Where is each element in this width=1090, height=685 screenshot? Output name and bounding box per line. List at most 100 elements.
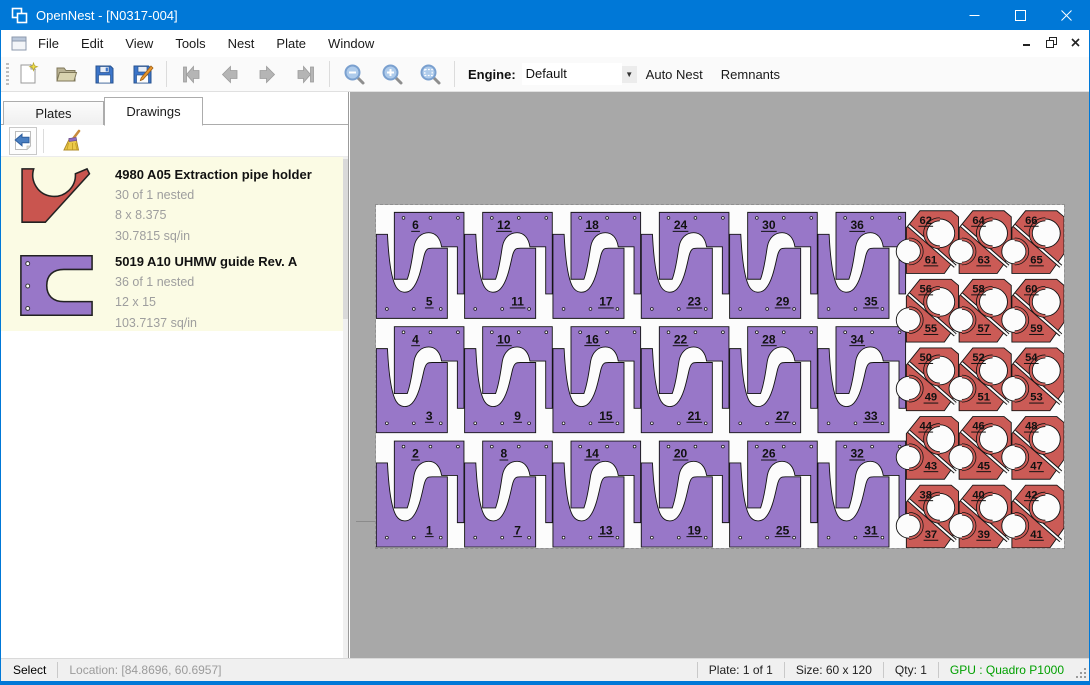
nest-canvas[interactable]: 6512111817242330293635431091615222128273…: [350, 92, 1089, 658]
previous-arrow-icon: [217, 62, 242, 87]
svg-text:19: 19: [688, 523, 702, 537]
svg-text:41: 41: [1030, 529, 1042, 541]
nested-parts[interactable]: 6512111817242330293635431091615222128273…: [376, 205, 1064, 548]
close-button[interactable]: [1043, 0, 1089, 30]
tab-plates[interactable]: Plates: [3, 101, 104, 125]
menu-window[interactable]: Window: [317, 32, 385, 55]
svg-text:40: 40: [972, 490, 984, 502]
menu-nest[interactable]: Nest: [217, 32, 266, 55]
svg-text:6: 6: [412, 218, 419, 232]
drawing-size: 8 x 8.375: [115, 207, 312, 223]
last-plate-button[interactable]: [290, 60, 320, 88]
svg-text:58: 58: [972, 284, 984, 296]
plate-size: Size: 60 x 120: [785, 663, 883, 677]
svg-text:50: 50: [920, 352, 932, 364]
zoom-out-button[interactable]: [339, 60, 369, 88]
list-scrollbar[interactable]: [343, 157, 348, 658]
svg-text:13: 13: [599, 523, 613, 537]
menu-edit[interactable]: Edit: [70, 32, 114, 55]
svg-text:61: 61: [925, 255, 937, 267]
svg-text:27: 27: [776, 409, 790, 423]
tab-drawings[interactable]: Drawings: [104, 97, 203, 126]
menu-tools[interactable]: Tools: [164, 32, 216, 55]
plate[interactable]: 6512111817242330293635431091615222128273…: [376, 205, 1064, 548]
window-title: OpenNest - [N0317-004]: [36, 8, 178, 23]
svg-text:2: 2: [412, 447, 419, 461]
drawing-area: 30.7815 sq/in: [115, 228, 312, 244]
last-arrow-icon: [293, 62, 318, 87]
clear-button[interactable]: [58, 127, 86, 155]
svg-text:51: 51: [977, 392, 989, 404]
toolbar-separator: [329, 61, 330, 87]
previous-plate-button[interactable]: [214, 60, 244, 88]
list-item[interactable]: 4980 A05 Extraction pipe holder 30 of 1 …: [1, 157, 344, 244]
next-plate-button[interactable]: [252, 60, 282, 88]
svg-text:37: 37: [925, 529, 937, 541]
svg-text:17: 17: [599, 295, 613, 309]
part-thumbnail: [17, 165, 99, 238]
drawing-title: 5019 A10 UHMW guide Rev. A: [115, 254, 297, 269]
svg-text:38: 38: [920, 490, 932, 502]
svg-text:62: 62: [920, 215, 932, 227]
mdi-close-button[interactable]: [1067, 34, 1083, 50]
remnants-button[interactable]: Remnants: [712, 62, 789, 87]
mdi-window-controls: [1019, 34, 1083, 50]
list-item[interactable]: 5019 A10 UHMW guide Rev. A 36 of 1 neste…: [1, 244, 344, 331]
window-border: [1, 681, 1089, 685]
drawing-title: 4980 A05 Extraction pipe holder: [115, 167, 312, 182]
menu-file[interactable]: File: [27, 32, 70, 55]
maximize-button[interactable]: [997, 0, 1043, 30]
close-icon: [1061, 10, 1072, 21]
engine-label: Engine:: [468, 67, 516, 82]
auto-nest-button[interactable]: Auto Nest: [637, 62, 712, 87]
zoom-fit-button[interactable]: [415, 60, 445, 88]
broom-icon: [60, 129, 84, 153]
svg-text:59: 59: [1030, 323, 1042, 335]
minimize-button[interactable]: [951, 0, 997, 30]
svg-text:42: 42: [1025, 490, 1037, 502]
svg-text:57: 57: [977, 323, 989, 335]
panel-toolbar-separator: [43, 129, 44, 153]
mdi-restore-button[interactable]: [1043, 34, 1059, 50]
mdi-restore-icon: [1046, 37, 1057, 48]
svg-text:55: 55: [925, 323, 937, 335]
first-plate-button[interactable]: [176, 60, 206, 88]
svg-text:56: 56: [920, 284, 932, 296]
mdi-minimize-button[interactable]: [1019, 34, 1035, 50]
save-as-button[interactable]: [127, 60, 157, 88]
send-to-nest-button[interactable]: [9, 127, 37, 155]
mdi-close-icon: [1071, 38, 1080, 47]
svg-text:30: 30: [762, 218, 776, 232]
engine-value: Default: [522, 63, 622, 85]
toolbar-separator: [454, 61, 455, 87]
svg-text:1: 1: [426, 523, 433, 537]
svg-text:20: 20: [674, 447, 688, 461]
minimize-icon: [969, 10, 980, 21]
toolbar-grip[interactable]: [6, 63, 9, 85]
svg-text:60: 60: [1025, 284, 1037, 296]
extraction-pipe-holder-shape: [17, 165, 95, 229]
tab-strip: Plates Drawings: [1, 95, 348, 125]
svg-text:35: 35: [864, 295, 878, 309]
svg-text:36: 36: [850, 218, 864, 232]
gpu-indicator: GPU : Quadro P1000: [939, 663, 1075, 677]
part-thumbnail: [17, 252, 99, 325]
zoom-out-icon: [342, 62, 367, 87]
svg-text:54: 54: [1025, 352, 1038, 364]
zoom-in-button[interactable]: [377, 60, 407, 88]
chevron-down-icon[interactable]: ▼: [622, 66, 637, 83]
zoom-fit-icon: [418, 62, 443, 87]
menu-view[interactable]: View: [114, 32, 164, 55]
svg-text:66: 66: [1025, 215, 1037, 227]
save-button[interactable]: [89, 60, 119, 88]
new-button[interactable]: [13, 60, 43, 88]
svg-text:23: 23: [688, 295, 702, 309]
resize-grip[interactable]: [1074, 666, 1087, 679]
new-file-icon: [16, 62, 40, 86]
engine-select[interactable]: Default ▼: [522, 63, 637, 85]
svg-text:3: 3: [426, 409, 433, 423]
document-window-icon: [11, 36, 27, 51]
open-button[interactable]: [51, 60, 81, 88]
scrollbar-thumb[interactable]: [343, 159, 348, 319]
menu-plate[interactable]: Plate: [265, 32, 317, 55]
